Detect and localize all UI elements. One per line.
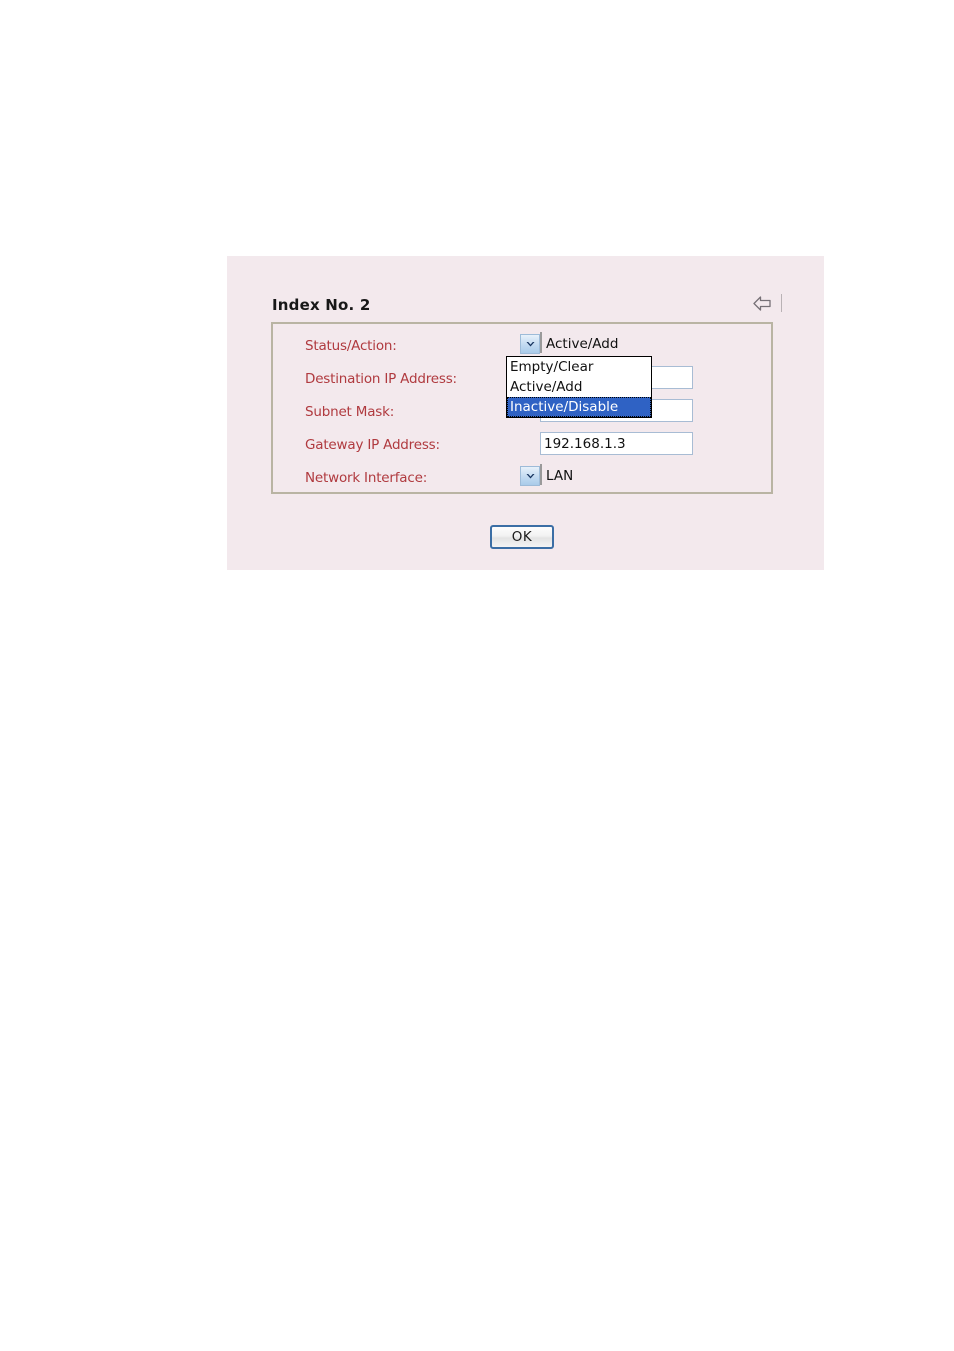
back-arrow-icon[interactable]	[752, 295, 772, 312]
form-row-network-interface: Network Interface: LAN	[305, 464, 751, 497]
panel-header: Index No. 2	[272, 294, 782, 320]
dropdown-option-empty-clear[interactable]: Empty/Clear	[507, 357, 651, 377]
chevron-down-icon[interactable]	[520, 334, 540, 354]
gateway-ip-input[interactable]	[540, 432, 693, 455]
network-interface-select-value: LAN	[546, 468, 574, 484]
route-config-panel: Index No. 2 Status/Action: Active/Add De…	[227, 256, 824, 570]
ok-button-label: OK	[511, 529, 533, 545]
label-subnet-mask: Subnet Mask:	[305, 404, 395, 420]
network-interface-control: LAN	[520, 464, 573, 486]
header-tools	[752, 294, 782, 312]
ok-button[interactable]: OK	[490, 525, 554, 549]
label-status-action: Status/Action:	[305, 338, 397, 354]
gateway-ip-control	[540, 432, 693, 455]
status-action-select[interactable]: Active/Add	[520, 332, 618, 354]
status-action-dropdown-list[interactable]: Empty/Clear Active/Add Inactive/Disable	[506, 356, 652, 418]
network-interface-select[interactable]: LAN	[520, 464, 573, 486]
dropdown-option-active-add[interactable]: Active/Add	[507, 377, 651, 397]
page-title: Index No. 2	[272, 296, 371, 314]
chevron-down-icon[interactable]	[520, 466, 540, 486]
label-gateway-ip: Gateway IP Address:	[305, 437, 440, 453]
label-destination-ip: Destination IP Address:	[305, 371, 457, 387]
header-divider	[781, 294, 782, 312]
status-action-control: Active/Add	[520, 332, 618, 354]
status-action-select-value: Active/Add	[546, 336, 619, 352]
label-network-interface: Network Interface:	[305, 470, 428, 486]
form-row-gateway-ip: Gateway IP Address:	[305, 432, 751, 464]
dropdown-option-inactive-disable[interactable]: Inactive/Disable	[507, 397, 651, 417]
